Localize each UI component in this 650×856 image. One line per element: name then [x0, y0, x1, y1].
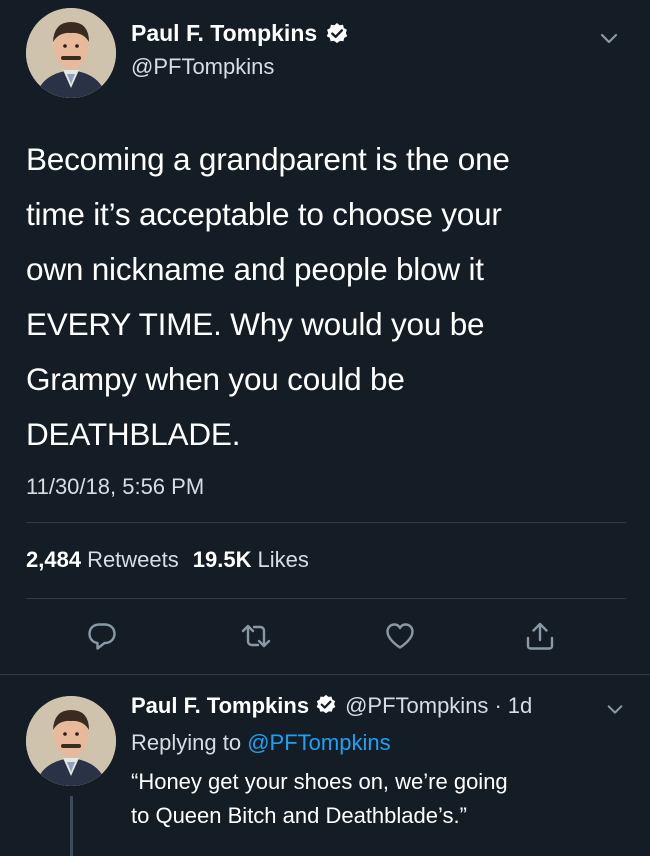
reply-time-ago: 1d [507, 693, 533, 718]
main-tweet: Paul F. Tompkins @PFTompkins Becoming a … [0, 0, 650, 675]
replying-to-prefix: Replying to [131, 730, 242, 755]
avatar[interactable] [26, 696, 116, 786]
heart-icon[interactable] [384, 620, 416, 652]
author-name-text[interactable]: Paul F. Tompkins [131, 20, 317, 47]
author-name[interactable]: Paul F. Tompkins [131, 20, 349, 47]
likes-label: Likes [257, 547, 309, 572]
section-divider [0, 674, 650, 675]
verified-badge-icon [315, 694, 339, 718]
replying-to: Replying to @PFTompkins [131, 730, 391, 756]
share-icon[interactable] [524, 620, 556, 652]
reply-author-name[interactable]: Paul F. Tompkins [131, 693, 309, 719]
retweet-icon[interactable] [240, 620, 272, 652]
chevron-down-icon[interactable] [605, 699, 625, 719]
tweet-timestamp: 11/30/18, 5:56 PM [26, 474, 205, 499]
retweets-label: Retweets [87, 547, 179, 572]
author-handle[interactable]: @PFTompkins [131, 54, 274, 80]
likes-count: 19.5K [192, 547, 252, 572]
thread-line [70, 796, 73, 856]
verified-badge-icon [325, 22, 349, 46]
chevron-down-icon[interactable] [598, 27, 620, 49]
tweet-stats: 2,484 Retweets 19.5K Likes [26, 547, 309, 573]
likes-stat[interactable]: 19.5K Likes [193, 547, 309, 573]
reply-icon[interactable] [86, 620, 118, 652]
reply-text: “Honey get your shoes on, we’re going to… [131, 769, 508, 828]
tweet-actions [0, 612, 650, 656]
reply-author-handle[interactable]: @PFTompkins [345, 693, 488, 719]
retweets-stat[interactable]: 2,484 Retweets [26, 547, 179, 573]
tweet-text: Becoming a grandparent is the one time i… [26, 141, 510, 452]
divider [26, 598, 626, 599]
avatar[interactable] [26, 8, 116, 98]
divider [26, 522, 626, 523]
replying-to-link[interactable]: @PFTompkins [247, 730, 390, 755]
retweets-count: 2,484 [26, 547, 82, 572]
reply-header: Paul F. Tompkins @PFTompkins · 1d [131, 693, 532, 719]
reply-separator: · [494, 693, 502, 718]
